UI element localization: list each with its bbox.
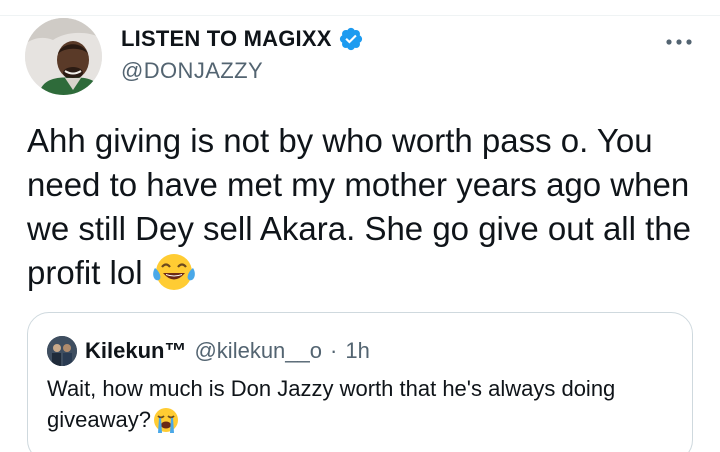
separator-dot: · xyxy=(330,338,338,363)
avatar-photo-icon xyxy=(47,336,77,366)
quoted-tweet-text-content: Wait, how much is Don Jazzy worth that h… xyxy=(47,376,616,432)
verified-badge-icon xyxy=(338,26,364,52)
author-avatar[interactable] xyxy=(25,18,102,95)
quoted-tweet-text: Wait, how much is Don Jazzy worth that h… xyxy=(47,373,667,435)
loudly-crying-face-icon xyxy=(151,406,181,434)
avatar-photo-icon xyxy=(25,18,102,95)
quoted-tweet-time[interactable]: 1h xyxy=(345,338,369,364)
author-name-row[interactable]: LISTEN TO MAGIXX xyxy=(121,26,364,52)
tweet-text: Ahh giving is not by who worth pass o. Y… xyxy=(27,119,707,295)
author-handle[interactable]: @DONJAZZY xyxy=(121,58,263,84)
quoted-tweet-header: Kilekun™ @kilekun__o · 1h xyxy=(47,336,370,366)
quoted-tweet-card[interactable]: Kilekun™ @kilekun__o · 1h Wait, how much… xyxy=(27,312,693,452)
tweet-text-content: Ahh giving is not by who worth pass o. Y… xyxy=(27,122,692,291)
quoted-author-avatar[interactable] xyxy=(47,336,77,366)
tweet-card: LISTEN TO MAGIXX @DONJAZZY Ahh giving is… xyxy=(0,0,720,452)
author-display-name[interactable]: LISTEN TO MAGIXX xyxy=(121,26,332,52)
quoted-author-name[interactable]: Kilekun™ xyxy=(85,338,186,364)
more-horizontal-icon[interactable] xyxy=(664,34,694,45)
face-with-tears-of-joy-icon xyxy=(152,252,196,292)
divider xyxy=(0,15,720,16)
quoted-author-handle[interactable]: @kilekun__o xyxy=(194,338,322,364)
